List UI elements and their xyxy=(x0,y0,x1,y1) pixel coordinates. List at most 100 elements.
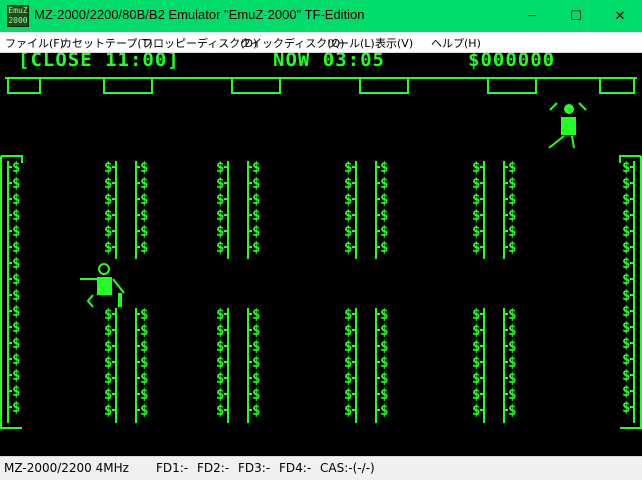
money-bag: $ xyxy=(12,240,20,256)
money-bag: $ xyxy=(508,323,516,339)
money-bag: $ xyxy=(104,208,112,224)
money-bag: $ xyxy=(622,400,630,416)
fd2-status: FD2:- xyxy=(197,461,230,475)
close-button[interactable]: ✕ xyxy=(598,0,642,32)
emulator-screen[interactable]: [CLOSE 11:00] NOW 03:05 $000000 $ $ $ $ $ $ $ $… xyxy=(0,53,642,456)
money-bag: $ xyxy=(380,240,388,256)
maximize-icon: ☐ xyxy=(570,8,582,24)
money-bag: $ xyxy=(622,224,630,240)
money-bag: $ xyxy=(140,224,148,240)
money-bag: $ xyxy=(622,368,630,384)
app-icon-text-top: EmuZ xyxy=(8,6,28,15)
money-bag: $ xyxy=(622,176,630,192)
money-bag: $ xyxy=(472,208,480,224)
money-bag: $ xyxy=(344,224,352,240)
money-bag: $ xyxy=(216,192,224,208)
menu-tools[interactable]: ツール(L) xyxy=(327,35,375,51)
money-bag: $ xyxy=(12,336,20,352)
maximize-button[interactable]: ☐ xyxy=(554,0,598,32)
money-bag: $ xyxy=(380,224,388,240)
money-bag: $ xyxy=(344,192,352,208)
money-bag: $ xyxy=(344,160,352,176)
money-bag: $ xyxy=(472,323,480,339)
money-bag: $ xyxy=(472,176,480,192)
money-bag: $ xyxy=(252,307,260,323)
emuz-app-icon[interactable]: EmuZ 2000 xyxy=(7,5,29,27)
money-bag: $ xyxy=(140,307,148,323)
money-bag: $ xyxy=(216,208,224,224)
money-bag: $ xyxy=(622,288,630,304)
money-bag: $ xyxy=(140,240,148,256)
money-bag: $ xyxy=(216,240,224,256)
money-bag: $ xyxy=(12,160,20,176)
menu-bar: ファイル(F) カセットテープ(T) フロッピーディスク(D) クイックディスク… xyxy=(0,32,642,53)
money-bag: $ xyxy=(508,192,516,208)
money-bag: $ xyxy=(12,368,20,384)
money-bag: $ xyxy=(622,256,630,272)
title-bar[interactable]: EmuZ 2000 MZ-2000/2200/80B/B2 Emulator "… xyxy=(0,0,642,32)
menu-file[interactable]: ファイル(F) xyxy=(5,35,64,51)
guard-arm-left xyxy=(549,102,558,111)
money-bag: $ xyxy=(344,355,352,371)
money-bag: $ xyxy=(380,339,388,355)
money-bag: $ xyxy=(12,192,20,208)
money-bag: $ xyxy=(252,160,260,176)
money-bag: $ xyxy=(344,387,352,403)
money-bag: $ xyxy=(12,256,20,272)
money-bag: $ xyxy=(140,160,148,176)
fd4-status: FD4:- xyxy=(279,461,312,475)
money-bag: $ xyxy=(252,240,260,256)
money-bag: $ xyxy=(252,339,260,355)
money-bag: $ xyxy=(216,160,224,176)
minimize-icon: ─ xyxy=(528,8,536,24)
money-bag: $ xyxy=(344,307,352,323)
money-bag: $ xyxy=(472,403,480,419)
money-bag: $ xyxy=(380,403,388,419)
money-bag: $ xyxy=(140,176,148,192)
money-bag: $ xyxy=(104,224,112,240)
money-bag: $ xyxy=(344,403,352,419)
money-bag: $ xyxy=(472,160,480,176)
money-bag: $ xyxy=(12,304,20,320)
money-bag: $ xyxy=(622,352,630,368)
guard-leg-right xyxy=(571,135,575,149)
money-bag: $ xyxy=(252,355,260,371)
top-counter xyxy=(7,78,41,94)
menu-view[interactable]: 表示(V) xyxy=(375,35,413,51)
money-bag: $ xyxy=(472,387,480,403)
close-icon: ✕ xyxy=(614,8,626,24)
money-counter: $000000 xyxy=(468,53,555,71)
top-counter xyxy=(599,78,635,94)
money-bag: $ xyxy=(472,240,480,256)
money-bag: $ xyxy=(622,192,630,208)
money-bag: $ xyxy=(104,176,112,192)
money-bag: $ xyxy=(508,339,516,355)
menu-help[interactable]: ヘルプ(H) xyxy=(431,35,481,51)
money-bag: $ xyxy=(622,336,630,352)
money-bag: $ xyxy=(12,400,20,416)
money-bag: $ xyxy=(622,320,630,336)
money-bag: $ xyxy=(216,307,224,323)
fd3-status: FD3:- xyxy=(238,461,271,475)
money-bag: $ xyxy=(508,355,516,371)
money-bag: $ xyxy=(104,387,112,403)
menu-cassette-tape[interactable]: カセットテープ(T) xyxy=(61,35,153,51)
money-bag: $ xyxy=(216,339,224,355)
money-bag: $ xyxy=(216,403,224,419)
money-bag: $ xyxy=(344,176,352,192)
money-bag: $ xyxy=(380,176,388,192)
money-bag: $ xyxy=(380,323,388,339)
guard-leg-left xyxy=(548,135,565,149)
money-bag: $ xyxy=(344,208,352,224)
money-bag: $ xyxy=(140,371,148,387)
money-bag: $ xyxy=(140,208,148,224)
status-bar: MZ-2000/2200 4MHz FD1:- FD2:- FD3:- FD4:… xyxy=(0,456,642,480)
minimize-button[interactable]: ─ xyxy=(510,0,554,32)
money-bag: $ xyxy=(12,176,20,192)
money-bag: $ xyxy=(508,387,516,403)
thief-leg-left xyxy=(86,294,94,308)
machine-status: MZ-2000/2200 4MHz xyxy=(4,461,129,475)
money-bag: $ xyxy=(104,323,112,339)
money-bag: $ xyxy=(508,240,516,256)
money-bag: $ xyxy=(216,224,224,240)
